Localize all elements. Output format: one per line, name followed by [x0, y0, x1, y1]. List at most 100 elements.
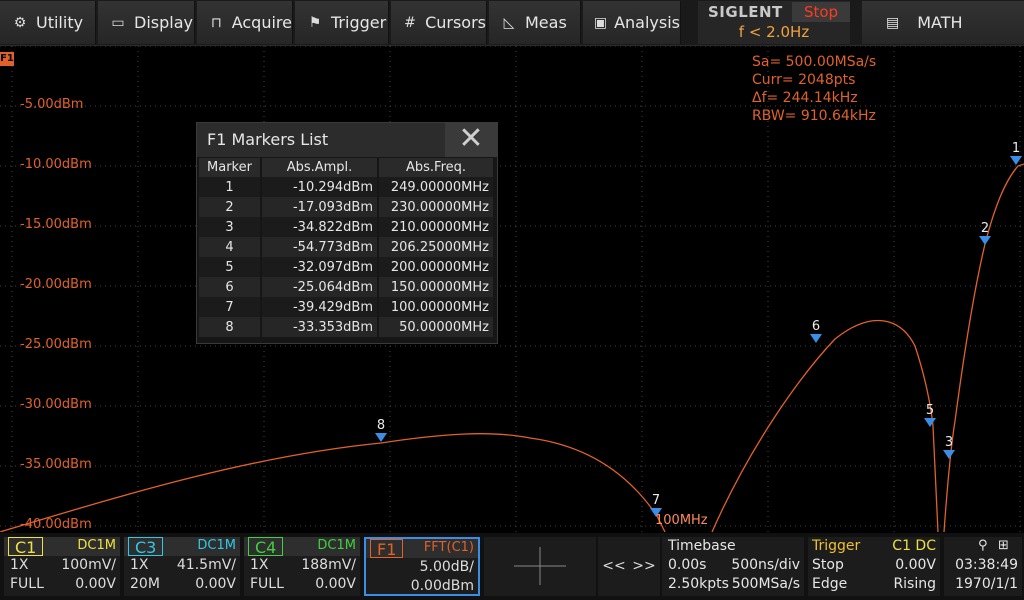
- y-axis-label: -5.00dBm: [20, 97, 84, 112]
- y-axis-label: -20.00dBm: [20, 277, 92, 292]
- previous-button[interactable]: <<: [598, 537, 630, 596]
- table-row[interactable]: 2 -17.093dBm 230.00000MHz: [199, 197, 495, 217]
- table-row[interactable]: 5 -32.097dBm 200.00000MHz: [199, 257, 495, 277]
- y-axis-label: -15.00dBm: [20, 217, 92, 232]
- marker-point-icon[interactable]: [375, 433, 387, 442]
- marker-point-icon[interactable]: [979, 236, 991, 245]
- trigger-source: C1 DC: [892, 538, 936, 554]
- marker-point-icon[interactable]: [924, 418, 936, 427]
- navigation-crosshair[interactable]: [484, 537, 596, 596]
- channel-header: C4 DC1M: [244, 537, 360, 557]
- siglent-logo: SIGLENT: [708, 3, 783, 21]
- fft-trace: [711, 319, 939, 532]
- next-button[interactable]: >>: [628, 537, 660, 596]
- channel-c3-box[interactable]: C3 DC1M 1X 41.5mV/ 20M 0.00V: [124, 537, 240, 596]
- math-icon: ▤: [886, 14, 900, 31]
- trigger-level: 0.00V: [895, 557, 936, 573]
- marker-number-label: 3: [945, 435, 953, 450]
- marker-id-cell: 5: [199, 257, 262, 277]
- table-row[interactable]: 1 -10.294dBm 249.00000MHz: [199, 177, 495, 197]
- cursors-icon: #: [404, 14, 416, 31]
- channel-c4-box[interactable]: C4 DC1M 1X 188mV/ FULL 0.00V: [244, 537, 360, 596]
- monitor-icon: ▭: [111, 14, 125, 31]
- channel-coupling: DC1M: [197, 538, 236, 553]
- marker-number-label: 6: [812, 319, 820, 334]
- marker-id-cell: 8: [199, 317, 262, 337]
- display-menu-button[interactable]: ▭ Display: [98, 1, 195, 44]
- amplitude-cell: -54.773dBm: [261, 237, 379, 257]
- bandwidth-limit: FULL: [250, 576, 284, 592]
- probe-ratio: 1X: [130, 557, 149, 573]
- acquire-icon: ⊓: [210, 14, 222, 31]
- table-row[interactable]: 7 -39.429dBm 100.00000MHz: [199, 297, 495, 317]
- frequency-cell: 200.00000MHz: [378, 257, 495, 277]
- acquire-label: Acquire: [231, 13, 292, 32]
- marker-point-icon[interactable]: [810, 334, 822, 343]
- memory-depth: 2.50kpts: [668, 576, 729, 592]
- channel-c4-label: C4: [248, 537, 284, 557]
- run-stop-status[interactable]: Stop: [792, 2, 850, 22]
- channel-c1-box[interactable]: C1 DC1M 1X 100mV/ FULL 0.00V: [4, 537, 120, 596]
- waveform-display[interactable]: 1235678 F1 -5.00dBm -10.00dBm -15.00dBm …: [0, 46, 1024, 532]
- channel-coupling: DC1M: [317, 538, 356, 553]
- trigger-mode: Stop: [812, 557, 844, 573]
- trigger-slope: Rising: [893, 576, 936, 592]
- math-menu-button[interactable]: ▤ MATH: [862, 1, 1024, 44]
- probe-ratio: 1X: [10, 557, 29, 573]
- close-icon[interactable]: ✕: [445, 123, 497, 157]
- function-f1-box[interactable]: F1 FFT(C1) 5.00dB/ 0.00dBm: [364, 537, 480, 596]
- markers-table: Marker Abs.Ampl. Abs.Freq. 1 -10.294dBm 24…: [199, 158, 495, 337]
- fft-info-readout: Sa= 500.00MSa/s Curr= 2048pts Δf= 244.14…: [752, 53, 876, 125]
- channel-c1-label: C1: [8, 537, 44, 557]
- column-header: Abs.Ampl.: [261, 158, 379, 177]
- frequency-cell: 50.00000MHz: [378, 317, 495, 337]
- table-row[interactable]: 4 -54.773dBm 206.25000MHz: [199, 237, 495, 257]
- system-clock-panel: ⚲ ⊞ 03:38:49 1970/1/1: [944, 537, 1022, 596]
- trigger-menu-button[interactable]: ⚑ Trigger: [295, 1, 389, 44]
- timebase-panel[interactable]: Timebase 0.00s 500ns/div 2.50kpts 500MSa…: [662, 537, 804, 596]
- cursors-menu-button[interactable]: # Cursors: [391, 1, 487, 44]
- table-row[interactable]: 8 -33.353dBm 50.00000MHz: [199, 317, 495, 337]
- frequency-cell: 100.00000MHz: [378, 297, 495, 317]
- marker-id-cell: 1: [199, 177, 262, 197]
- timebase-title: Timebase: [668, 538, 736, 554]
- acquire-menu-button[interactable]: ⊓ Acquire: [197, 1, 293, 44]
- top-menu-bar: ⚙ Utility ▭ Display ⊓ Acquire ⚑ Trigger # Cur…: [0, 0, 1024, 46]
- meas-menu-button[interactable]: ◺ Meas: [489, 1, 581, 44]
- trigger-type: Edge: [812, 576, 848, 592]
- timebase-scale: 500ns/div: [731, 557, 800, 573]
- trigger-frequency: f < 2.0Hz: [738, 23, 810, 41]
- freq-resolution-readout: Δf= 244.14kHz: [752, 90, 858, 106]
- fft-trace: [943, 163, 1024, 532]
- table-row[interactable]: 3 -34.822dBm 210.00000MHz: [199, 217, 495, 237]
- marker-number-label: 7: [652, 493, 660, 508]
- vertical-scale: 41.5mV/: [176, 557, 236, 573]
- usb-icon: ⚲: [978, 538, 988, 553]
- utility-menu-button[interactable]: ⚙ Utility: [0, 1, 96, 44]
- record-length-readout: Curr= 2048pts: [752, 72, 856, 88]
- trigger-panel[interactable]: Trigger C1 DC Stop 0.00V Edge Rising: [808, 537, 940, 596]
- column-header: Abs.Freq.: [378, 158, 495, 177]
- crosshair-icon: [514, 547, 566, 585]
- marker-id-cell: 2: [199, 197, 262, 217]
- flag-icon: ⚑: [308, 14, 322, 31]
- function-f1-label: F1: [370, 539, 404, 559]
- marker-number-label: 1: [1012, 141, 1020, 156]
- frequency-cell: 206.25000MHz: [378, 237, 495, 257]
- channel-coupling: DC1M: [77, 538, 116, 553]
- analysis-menu-button[interactable]: ▣ Analysis: [583, 1, 681, 44]
- cursors-label: Cursors: [425, 13, 486, 32]
- marker-point-icon[interactable]: [943, 450, 955, 459]
- vertical-scale: 5.00dB/: [419, 559, 474, 575]
- clock-time: 03:38:49: [955, 557, 1018, 573]
- marker-point-icon[interactable]: [1010, 156, 1022, 165]
- frequency-cell: 230.00000MHz: [378, 197, 495, 217]
- measure-icon: ◺: [503, 14, 515, 31]
- marker-number-label: 8: [377, 418, 385, 433]
- table-row[interactable]: 6 -25.064dBm 150.00000MHz: [199, 277, 495, 297]
- amplitude-cell: -33.353dBm: [261, 317, 379, 337]
- amplitude-cell: -17.093dBm: [261, 197, 379, 217]
- trigger-label: Trigger: [331, 13, 387, 32]
- math-label: MATH: [917, 13, 963, 32]
- frequency-cell: 249.00000MHz: [378, 177, 495, 197]
